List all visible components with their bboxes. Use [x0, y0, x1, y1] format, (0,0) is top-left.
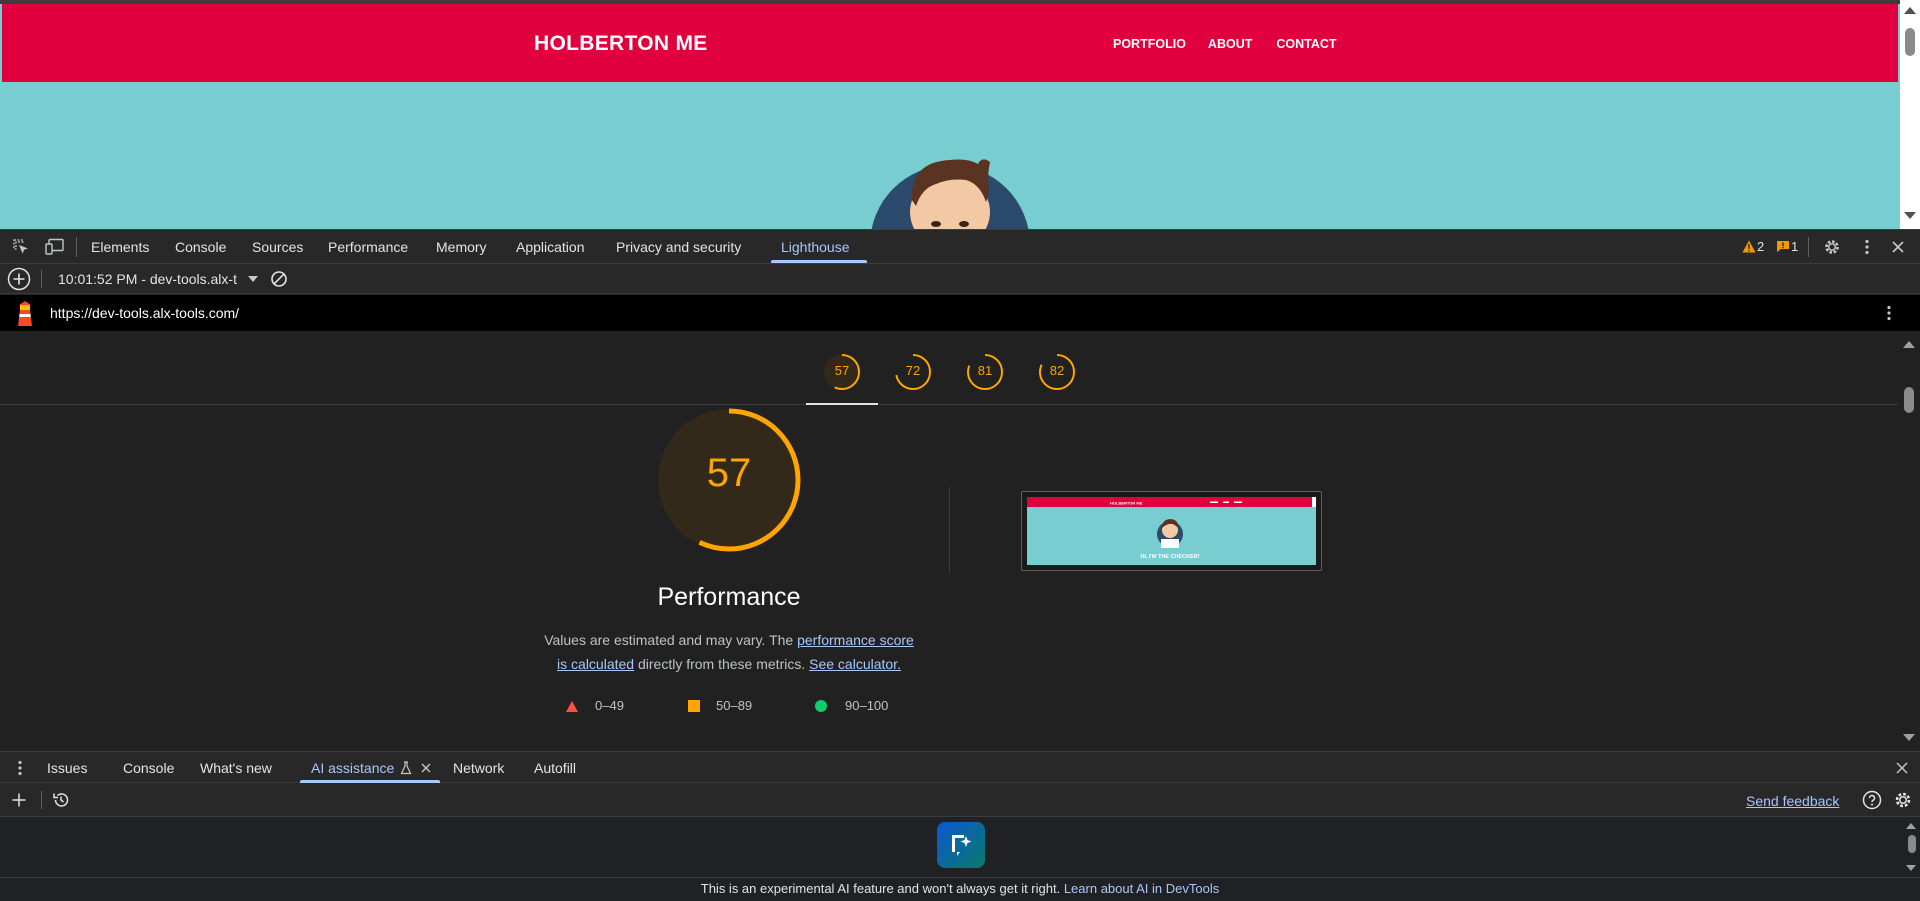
site-header: HOLBERTON ME PORTFOLIO ABOUT CONTACT — [2, 4, 1898, 82]
nav-about[interactable]: ABOUT — [1208, 37, 1252, 51]
ai-assistant-logo — [937, 822, 985, 868]
score-value: 57 — [834, 363, 850, 378]
devtools-tab-bar: Elements Console Sources Performance Mem… — [0, 229, 1920, 264]
warning-count[interactable]: 2 — [1757, 239, 1764, 254]
tab-memory[interactable]: Memory — [436, 239, 487, 255]
learn-about-ai-link[interactable]: Learn about AI in DevTools — [1064, 881, 1219, 896]
scroll-down-arrow-icon[interactable] — [1904, 212, 1916, 219]
scroll-thumb[interactable] — [1908, 835, 1916, 853]
tab-sources[interactable]: Sources — [252, 239, 303, 255]
issue-icon[interactable] — [1776, 240, 1790, 253]
report-url: https://dev-tools.alx-tools.com/ — [50, 305, 240, 321]
score-gauge-performance[interactable]: 57 — [822, 352, 862, 392]
close-tab-icon[interactable] — [420, 762, 432, 774]
inspect-element-icon[interactable] — [12, 238, 30, 256]
page-viewport: HOLBERTON ME PORTFOLIO ABOUT CONTACT — [0, 0, 1920, 229]
drawer-tab-whats-new[interactable]: What's new — [200, 760, 272, 776]
drawer-tab-autofill[interactable]: Autofill — [534, 760, 576, 776]
history-icon[interactable] — [52, 791, 70, 809]
report-url-bar: https://dev-tools.alx-tools.com/ — [0, 295, 1920, 331]
clear-reports-icon[interactable] — [270, 270, 288, 288]
report-select[interactable]: 10:01:52 PM - dev-tools.alx-t — [58, 271, 237, 287]
help-icon[interactable] — [1862, 790, 1882, 810]
score-gauge-seo[interactable]: 82 — [1037, 352, 1077, 392]
scroll-thumb[interactable] — [1905, 28, 1915, 56]
issue-count[interactable]: 1 — [1791, 239, 1798, 254]
site-logo[interactable]: HOLBERTON ME — [534, 32, 708, 56]
settings-gear-icon[interactable] — [1823, 238, 1841, 256]
tab-application[interactable]: Application — [516, 239, 585, 255]
close-devtools-icon[interactable] — [1890, 239, 1906, 255]
scroll-up-arrow-icon[interactable] — [1906, 823, 1916, 829]
tab-elements[interactable]: Elements — [91, 239, 149, 255]
warning-icon[interactable] — [1742, 240, 1756, 253]
thumbnail-logo: HOLBERTON ME — [1110, 501, 1143, 506]
avatar-illustration — [871, 159, 1029, 229]
score-legend: 0–49 50–89 90–100 — [566, 698, 906, 718]
more-options-icon[interactable] — [1858, 238, 1876, 256]
lighthouse-report: 57 72 81 82 57 Performance Values are es… — [0, 331, 1920, 749]
experiment-flask-icon — [400, 761, 412, 775]
new-chat-plus-icon[interactable] — [11, 792, 27, 808]
is-calculated-link[interactable]: is calculated — [557, 656, 634, 672]
active-tab-indicator — [771, 260, 867, 263]
scroll-down-arrow-icon[interactable] — [1903, 734, 1915, 741]
nav-portfolio[interactable]: PORTFOLIO — [1113, 37, 1186, 51]
drawer-menu-icon[interactable] — [12, 759, 28, 777]
report-menu-icon[interactable] — [1880, 304, 1898, 322]
ai-assistance-toolbar: Send feedback — [0, 783, 1920, 817]
site-nav: PORTFOLIO ABOUT CONTACT — [1113, 37, 1359, 51]
average-square-icon — [688, 700, 700, 712]
drawer-tab-issues[interactable]: Issues — [47, 760, 87, 776]
scroll-thumb[interactable] — [1904, 387, 1914, 413]
ai-settings-gear-icon[interactable] — [1893, 790, 1913, 810]
drawer-tab-ai-assistance[interactable]: AI assistance — [311, 760, 394, 776]
legend-fail-label: 0–49 — [595, 698, 624, 713]
lighthouse-toolbar: 10:01:52 PM - dev-tools.alx-t — [0, 264, 1920, 294]
selected-gauge-indicator — [806, 403, 878, 405]
see-calculator-link[interactable]: See calculator. — [809, 656, 901, 672]
category-title: Performance — [657, 583, 801, 611]
nav-contact[interactable]: CONTACT — [1276, 37, 1336, 51]
scroll-up-arrow-icon[interactable] — [1903, 341, 1915, 348]
score-value: 82 — [1049, 363, 1065, 378]
score-gauge-accessibility[interactable]: 72 — [893, 352, 933, 392]
legend-average-label: 50–89 — [716, 698, 753, 713]
scroll-up-arrow-icon[interactable] — [1904, 7, 1916, 14]
lighthouse-logo-icon — [18, 301, 32, 326]
tab-privacy-security[interactable]: Privacy and security — [616, 239, 741, 255]
tab-lighthouse[interactable]: Lighthouse — [781, 239, 850, 255]
send-feedback-link[interactable]: Send feedback — [1746, 793, 1839, 809]
performance-score: 57 — [706, 451, 752, 495]
page-scrollbar[interactable] — [1900, 0, 1920, 229]
score-gauges-row: 57 72 81 82 — [0, 331, 1898, 405]
tab-console[interactable]: Console — [175, 239, 226, 255]
drawer-tab-console[interactable]: Console — [123, 760, 174, 776]
drawer-tab-network[interactable]: Network — [453, 760, 504, 776]
ai-panel-scrollbar[interactable] — [1900, 817, 1920, 877]
performance-score-link[interactable]: performance score — [797, 632, 914, 648]
new-report-plus-icon[interactable] — [7, 267, 31, 291]
report-scrollbar[interactable] — [1900, 331, 1920, 749]
score-value: 81 — [977, 363, 993, 378]
legend-pass-label: 90–100 — [845, 698, 889, 713]
thumbnail-hero-text: HI, I'M THE CHECKER! — [1140, 554, 1199, 560]
ai-spark-icon — [952, 835, 972, 856]
score-value: 72 — [905, 363, 921, 378]
performance-description: Values are estimated and may vary. The p… — [544, 632, 914, 672]
ai-disclaimer: This is an experimental AI feature and w… — [0, 877, 1920, 901]
close-drawer-icon[interactable] — [1894, 760, 1910, 776]
drawer-tab-bar: Issues Console What's new AI assistance … — [0, 751, 1920, 783]
scroll-down-arrow-icon[interactable] — [1906, 865, 1916, 871]
ai-assistance-panel — [0, 817, 1920, 877]
device-toolbar-icon[interactable] — [45, 238, 65, 256]
pass-circle-icon — [815, 700, 827, 712]
page-screenshot-thumbnail[interactable]: HOLBERTON ME HI, I'M THE CHECKER! — [1021, 491, 1322, 571]
score-gauge-best-practices[interactable]: 81 — [965, 352, 1005, 392]
tab-performance[interactable]: Performance — [328, 239, 408, 255]
chevron-down-icon[interactable] — [248, 276, 258, 282]
fail-triangle-icon — [566, 701, 578, 712]
